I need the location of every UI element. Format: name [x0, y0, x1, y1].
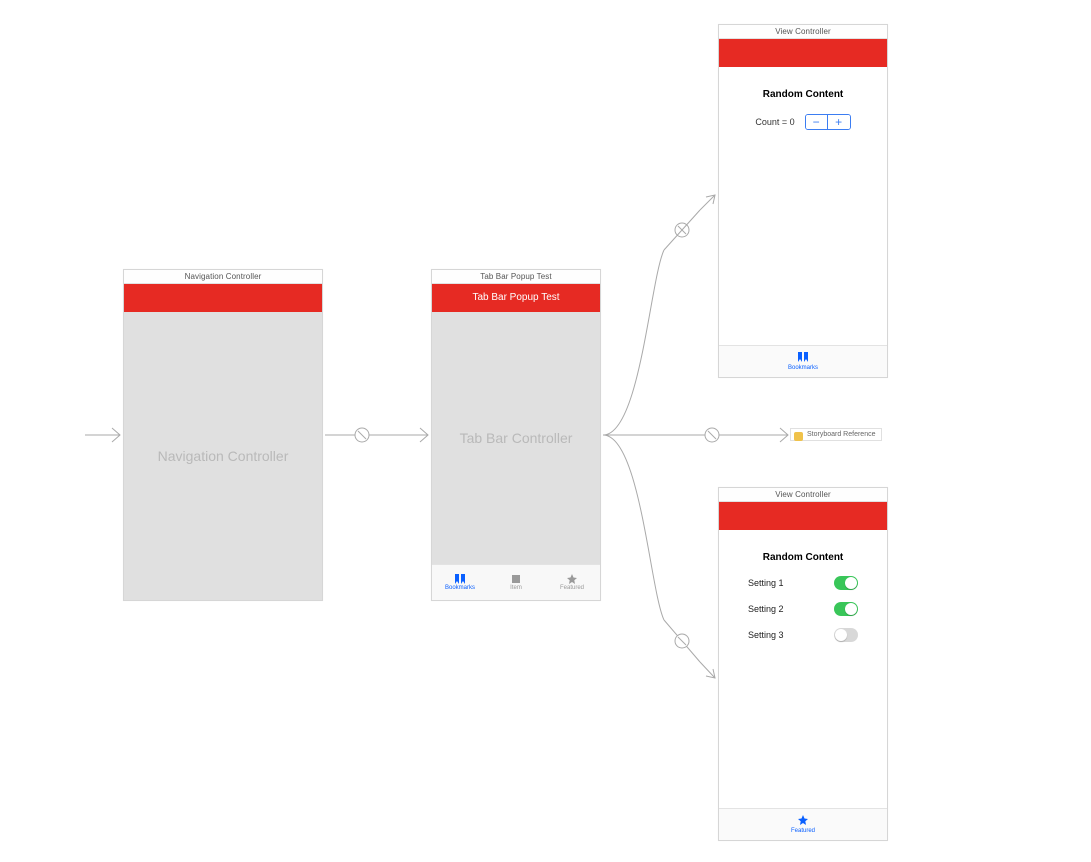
placeholder-label: Tab Bar Controller [460, 430, 573, 446]
bookmarks-icon [796, 352, 810, 364]
content-heading: Random Content [763, 552, 844, 563]
tab-item-item[interactable]: Item [488, 565, 544, 600]
navigation-bar [124, 284, 322, 312]
setting-label: Setting 2 [748, 604, 784, 614]
setting-switch-1[interactable] [834, 576, 858, 590]
setting-row-2: Setting 2 [748, 602, 858, 616]
star-icon [565, 574, 579, 584]
navigation-bar: Tab Bar Popup Test [432, 284, 600, 312]
scene-title: View Controller [719, 488, 887, 502]
tab-label: Featured [560, 585, 584, 591]
tab-label: Bookmarks [788, 365, 818, 371]
setting-switch-2[interactable] [834, 602, 858, 616]
count-label: Count = 0 [755, 117, 794, 127]
tab-item-featured[interactable]: Featured [544, 565, 600, 600]
storyboard-canvas[interactable]: Navigation Controller Navigation Control… [0, 0, 1091, 862]
scene-body: Random Content Setting 1 Setting 2 Setti… [719, 530, 887, 808]
tab-label: Bookmarks [445, 585, 475, 591]
scene-body: Tab Bar Controller [432, 312, 600, 564]
scene-title: Navigation Controller [124, 270, 322, 284]
content-heading: Random Content [763, 89, 844, 100]
setting-row-1: Setting 1 [748, 576, 858, 590]
scene-body: Random Content Count = 0 − + [719, 67, 887, 345]
storyboard-reference[interactable]: Storyboard Reference [790, 428, 882, 441]
setting-label: Setting 3 [748, 630, 784, 640]
storyboard-reference-label: Storyboard Reference [807, 431, 875, 438]
scene-body: Navigation Controller [124, 312, 322, 600]
scene-tab-bar-controller[interactable]: Tab Bar Popup Test Tab Bar Popup Test Ta… [431, 269, 601, 601]
square-icon [509, 574, 523, 584]
tab-label: Featured [791, 828, 815, 834]
tab-bar: Bookmarks Item Featured [432, 564, 600, 600]
scene-title: Tab Bar Popup Test [432, 270, 600, 284]
tab-bar: Featured [719, 808, 887, 840]
stepper-plus-button[interactable]: + [828, 115, 850, 129]
star-icon [797, 815, 809, 827]
placeholder-label: Navigation Controller [158, 448, 289, 464]
scene-view-controller-settings[interactable]: View Controller Random Content Setting 1… [718, 487, 888, 841]
count-stepper[interactable]: − + [805, 114, 851, 130]
tab-item-bookmarks[interactable]: Bookmarks [432, 565, 488, 600]
nav-bar-title: Tab Bar Popup Test [432, 284, 600, 312]
stepper-minus-button[interactable]: − [806, 115, 828, 129]
bookmarks-icon [453, 574, 467, 584]
tab-label: Item [510, 585, 522, 591]
scene-title: View Controller [719, 25, 887, 39]
setting-switch-3[interactable] [834, 628, 858, 642]
count-row: Count = 0 − + [755, 114, 850, 130]
scene-navigation-controller[interactable]: Navigation Controller Navigation Control… [123, 269, 323, 601]
setting-label: Setting 1 [748, 578, 784, 588]
tab-bar: Bookmarks [719, 345, 887, 377]
scene-view-controller-count[interactable]: View Controller Random Content Count = 0… [718, 24, 888, 378]
setting-row-3: Setting 3 [748, 628, 858, 642]
navigation-bar [719, 39, 887, 67]
navigation-bar [719, 502, 887, 530]
